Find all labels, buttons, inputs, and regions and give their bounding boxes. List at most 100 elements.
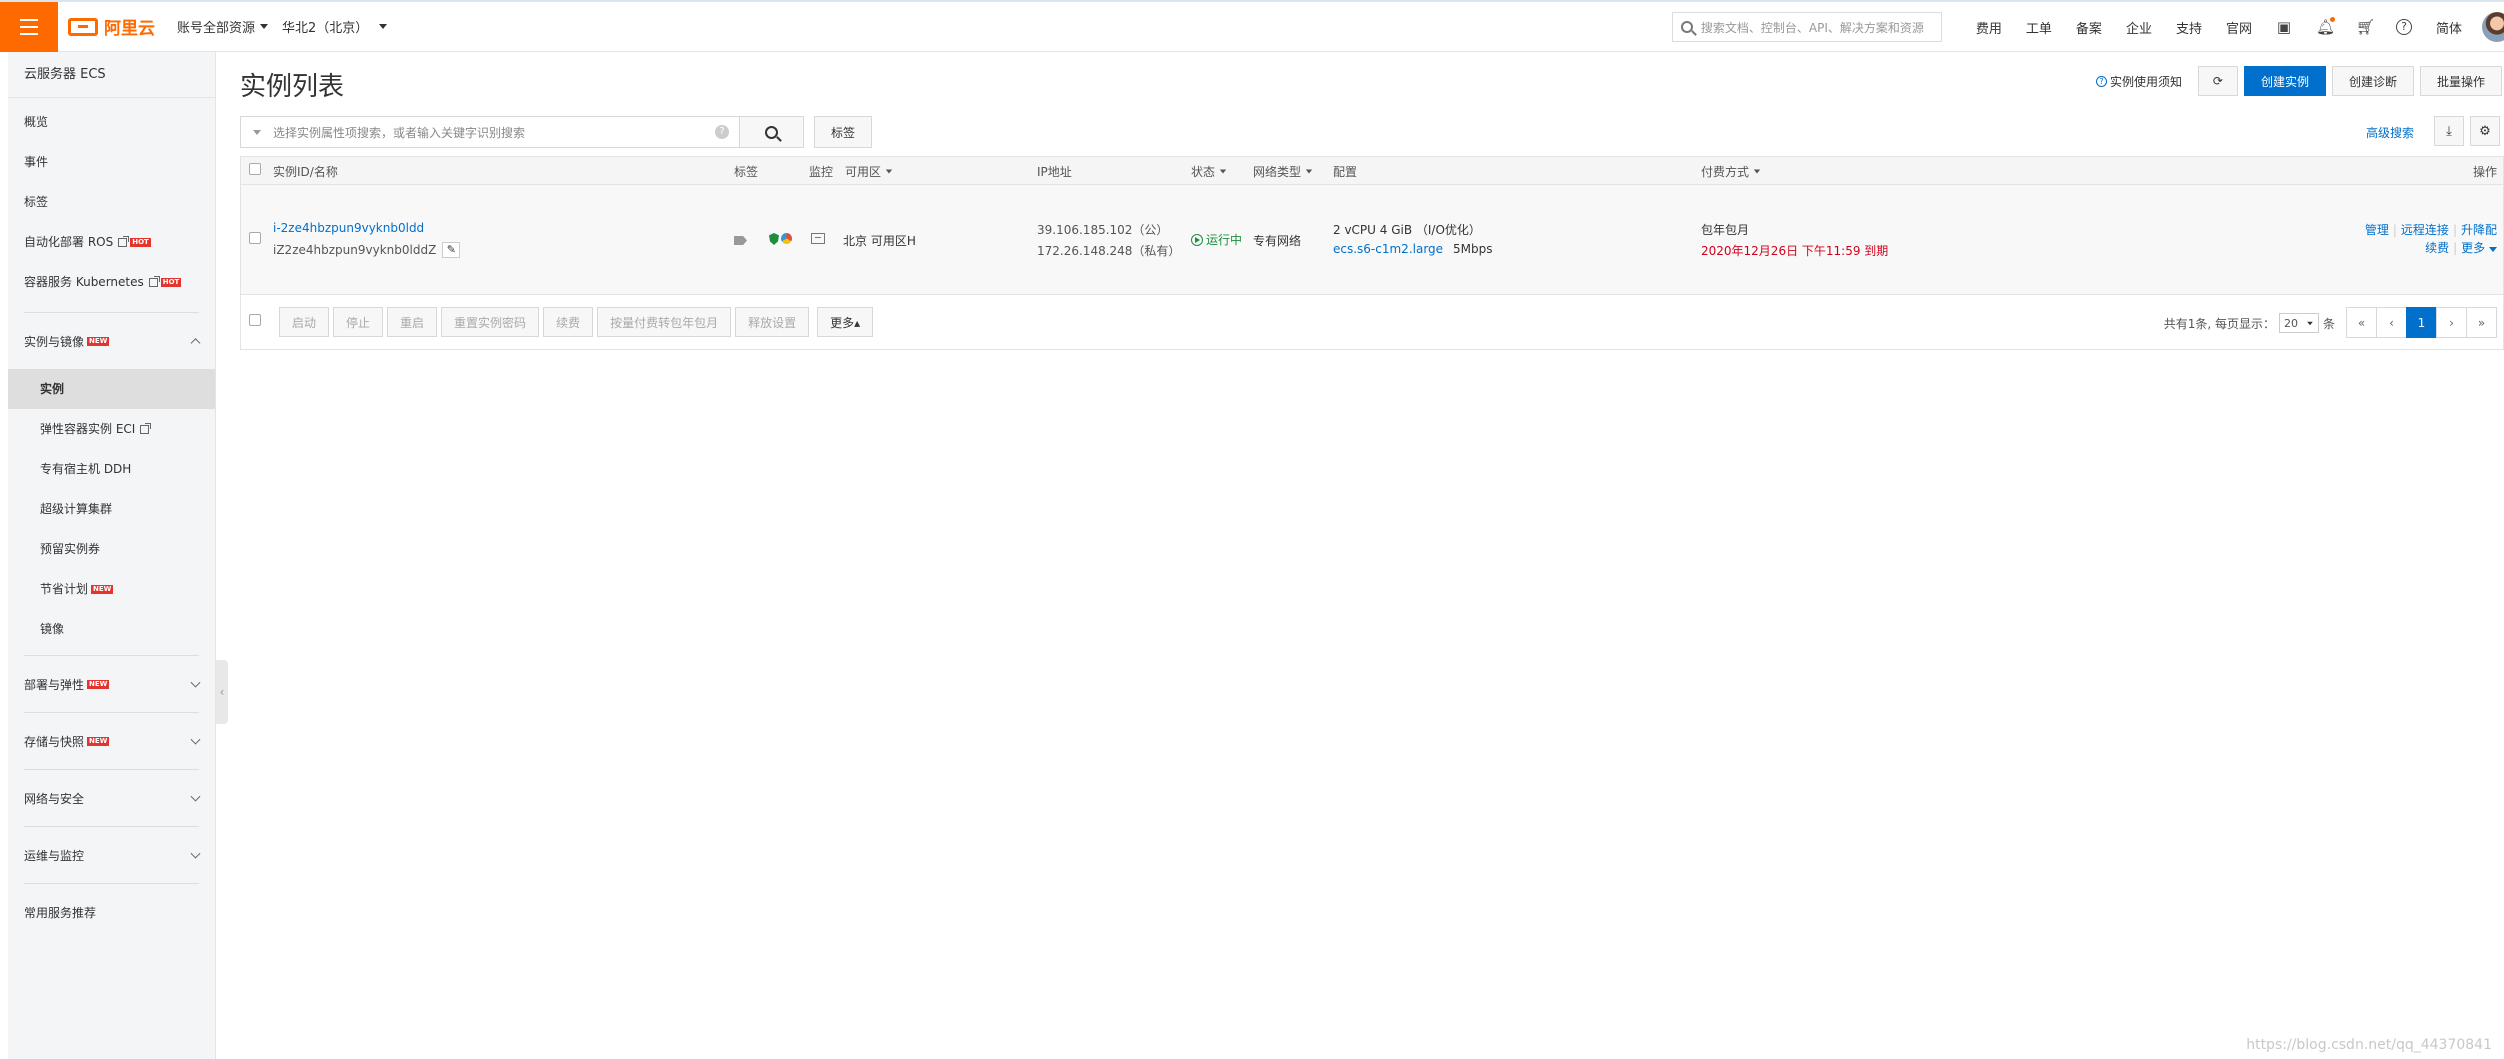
nav-support[interactable]: 支持 bbox=[2176, 18, 2202, 37]
instance-notice-label: 实例使用须知 bbox=[2109, 74, 2182, 89]
chevron-down-icon bbox=[190, 734, 201, 745]
nav-enterprise[interactable]: 企业 bbox=[2126, 18, 2152, 37]
export-button[interactable]: ⤓ bbox=[2434, 116, 2464, 146]
create-diagnosis-button[interactable]: 创建诊断 bbox=[2331, 66, 2414, 96]
terminal-icon[interactable]: ▣ bbox=[2276, 19, 2292, 35]
sidebar-item-recommended-services[interactable]: 常用服务推荐 bbox=[8, 884, 215, 940]
page-size-select[interactable]: 20 bbox=[2278, 313, 2319, 333]
sidebar-section-deploy-elastic[interactable]: 部署与弹性 NEW bbox=[8, 656, 215, 712]
col-zone[interactable]: 可用区 bbox=[845, 163, 893, 180]
instance-id-link[interactable]: i-2ze4hbzpun9vyknb0ldd bbox=[273, 221, 424, 235]
restart-button[interactable]: 重启 bbox=[387, 307, 438, 337]
global-search-input[interactable]: 搜索文档、控制台、API、解决方案和资源 bbox=[1671, 12, 1942, 42]
advanced-search-link[interactable]: 高级搜索 bbox=[2366, 124, 2414, 141]
region-dropdown[interactable]: 华北2（北京） bbox=[282, 17, 388, 36]
first-page-button[interactable]: « bbox=[2346, 307, 2377, 338]
sidebar-item-scc[interactable]: 超级计算集群 bbox=[8, 489, 215, 529]
header-actions: ? 实例使用须知 ⟳ 创建实例 创建诊断 批量操作 bbox=[2095, 66, 2502, 96]
select-all-checkbox[interactable] bbox=[249, 163, 261, 175]
more-actions-label: 更多 bbox=[2461, 241, 2486, 255]
row-checkbox[interactable] bbox=[249, 232, 261, 244]
language-switch[interactable]: 简体 bbox=[2436, 18, 2462, 37]
sidebar-section-ops-monitor[interactable]: 运维与监控 bbox=[8, 827, 215, 883]
sidebar-item-savings-plan[interactable]: 节省计划 NEW bbox=[8, 569, 215, 609]
sidebar-item-label: 实例 bbox=[40, 382, 65, 396]
create-instance-button[interactable]: 创建实例 bbox=[2243, 66, 2326, 96]
prev-page-button[interactable]: ‹ bbox=[2376, 307, 2407, 338]
sidebar-item-kubernetes[interactable]: 容器服务 Kubernetes HOT bbox=[8, 262, 215, 302]
security-status-icons[interactable] bbox=[769, 233, 792, 245]
nav-tickets[interactable]: 工单 bbox=[2026, 18, 2052, 37]
caret-down-icon bbox=[1219, 169, 1227, 174]
sidebar-title[interactable]: 云服务器 ECS bbox=[8, 52, 215, 98]
nav-official-site[interactable]: 官网 bbox=[2226, 18, 2252, 37]
sidebar-item-eci[interactable]: 弹性容器实例 ECI bbox=[8, 409, 215, 449]
monitor-icon[interactable] bbox=[811, 233, 825, 247]
hot-badge: HOT bbox=[130, 237, 151, 247]
sidebar-item-events[interactable]: 事件 bbox=[8, 142, 215, 182]
footer-select-all-checkbox[interactable] bbox=[249, 314, 261, 326]
export-icon: ⤓ bbox=[2446, 123, 2452, 139]
more-batch-button[interactable]: 更多▴ bbox=[817, 307, 874, 337]
start-button[interactable]: 启动 bbox=[279, 307, 330, 337]
remote-connect-link[interactable]: 远程连接 bbox=[2401, 223, 2449, 237]
bell-icon[interactable]: 🔔︎ bbox=[2316, 17, 2335, 35]
nav-fees[interactable]: 费用 bbox=[1976, 18, 2002, 37]
search-help-icon[interactable]: ? bbox=[715, 125, 729, 139]
caret-down-icon bbox=[1305, 169, 1313, 174]
sidebar-section-instances-images[interactable]: 实例与镜像 NEW bbox=[8, 313, 215, 369]
last-page-button[interactable]: » bbox=[2466, 307, 2497, 338]
search-button[interactable] bbox=[740, 116, 804, 148]
page-1-button[interactable]: 1 bbox=[2406, 307, 2437, 338]
external-link-icon bbox=[140, 422, 152, 434]
sidebar-section-storage-snapshot[interactable]: 存储与快照 NEW bbox=[8, 713, 215, 769]
sidebar-item-tags[interactable]: 标签 bbox=[8, 182, 215, 222]
sidebar-collapse-handle[interactable]: ‹ bbox=[216, 660, 228, 724]
renew-link[interactable]: 续费 bbox=[2425, 241, 2449, 255]
col-network[interactable]: 网络类型 bbox=[1253, 163, 1313, 180]
refresh-icon: ⟳ bbox=[2212, 74, 2223, 88]
sidebar-section-label: 常用服务推荐 bbox=[24, 905, 97, 920]
renew-button[interactable]: 续费 bbox=[543, 307, 594, 337]
reset-password-button[interactable]: 重置实例密码 bbox=[441, 307, 540, 337]
release-settings-button[interactable]: 释放设置 bbox=[735, 307, 810, 337]
aliyun-logo[interactable]: 阿里云 bbox=[68, 14, 155, 39]
next-page-button[interactable]: › bbox=[2436, 307, 2467, 338]
refresh-button[interactable]: ⟳ bbox=[2197, 66, 2238, 96]
tag-filter-button[interactable]: 标签 bbox=[814, 116, 873, 148]
instance-search-input[interactable]: 选择实例属性项搜索，或者输入关键字识别搜索 ? bbox=[240, 116, 740, 148]
convert-to-subscription-button[interactable]: 按量付费转包年包月 bbox=[597, 307, 732, 337]
help-icon[interactable]: ? bbox=[2395, 19, 2412, 35]
menu-icon[interactable] bbox=[0, 1, 58, 52]
sidebar-item-label: 容器服务 Kubernetes bbox=[24, 275, 144, 289]
sidebar-item-overview[interactable]: 概览 bbox=[8, 102, 215, 142]
instance-type-link[interactable]: ecs.s6-c1m2.large bbox=[1333, 242, 1443, 256]
avatar[interactable] bbox=[2482, 12, 2504, 42]
sidebar-item-images[interactable]: 镜像 bbox=[8, 609, 215, 649]
settings-button[interactable]: ⚙ bbox=[2470, 116, 2500, 146]
batch-operations-button[interactable]: 批量操作 bbox=[2419, 66, 2502, 96]
sidebar-item-ros[interactable]: 自动化部署 ROS HOT bbox=[8, 222, 215, 262]
sidebar-item-ddh[interactable]: 专有宿主机 DDH bbox=[8, 449, 215, 489]
edit-name-icon[interactable]: ✎ bbox=[442, 242, 461, 258]
upgrade-downgrade-link[interactable]: 升降配 bbox=[2461, 223, 2497, 237]
stop-button[interactable]: 停止 bbox=[333, 307, 384, 337]
tag-icon[interactable] bbox=[734, 234, 747, 248]
col-billing[interactable]: 付费方式 bbox=[1701, 163, 1761, 180]
gear-icon: ⚙ bbox=[2479, 123, 2491, 139]
instance-notice-link[interactable]: ? 实例使用须知 bbox=[2095, 73, 2182, 90]
nav-icp[interactable]: 备案 bbox=[2076, 18, 2102, 37]
account-resource-dropdown[interactable]: 账号全部资源 bbox=[177, 17, 269, 36]
cart-icon[interactable]: 🛒︎ bbox=[2356, 19, 2375, 35]
sidebar-section-network-security[interactable]: 网络与安全 bbox=[8, 770, 215, 826]
col-status[interactable]: 状态 bbox=[1191, 163, 1227, 180]
chevron-left-icon: ‹ bbox=[219, 685, 225, 699]
public-ip: 39.106.185.102（公） bbox=[1037, 223, 1169, 237]
sidebar-item-reserved-instances[interactable]: 预留实例券 bbox=[8, 529, 215, 569]
more-actions-link[interactable]: 更多 bbox=[2461, 241, 2497, 255]
sidebar-item-label: 事件 bbox=[24, 155, 49, 169]
search-icon bbox=[765, 125, 778, 139]
manage-link[interactable]: 管理 bbox=[2365, 223, 2389, 237]
sidebar-item-instances[interactable]: 实例 bbox=[8, 369, 215, 409]
monitor-shape bbox=[811, 233, 825, 244]
